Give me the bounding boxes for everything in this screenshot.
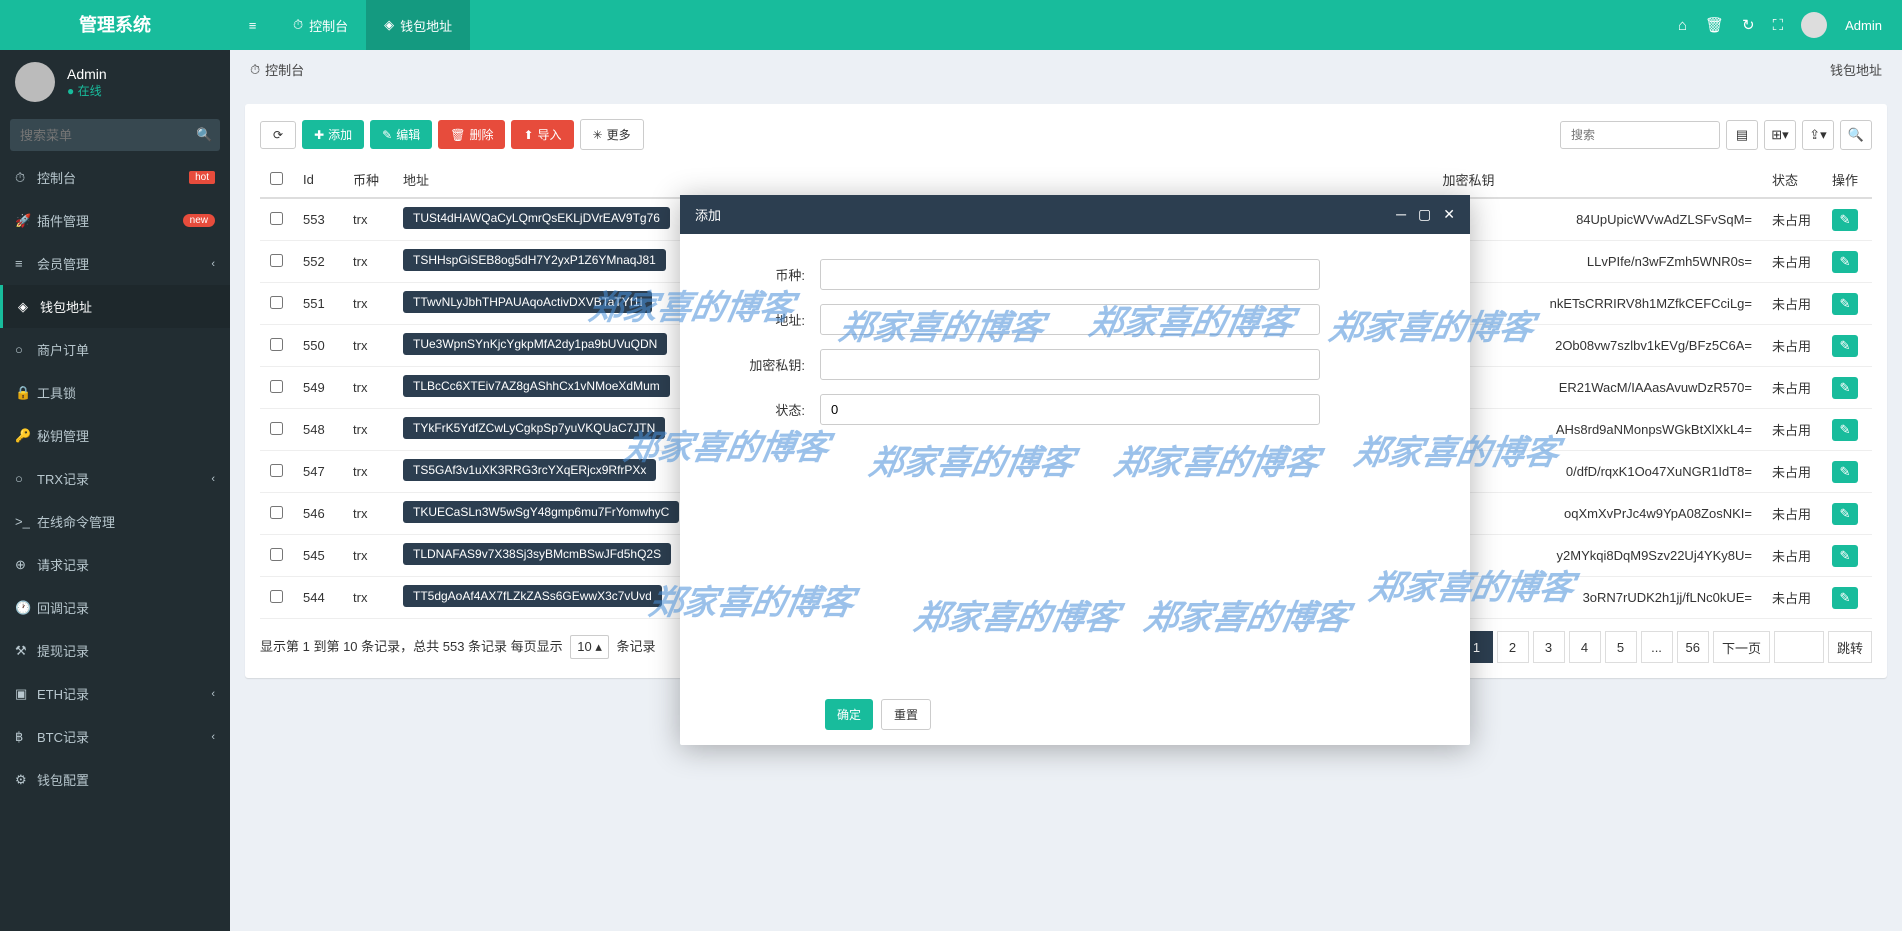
reset-button[interactable]: 重置 — [881, 699, 931, 730]
address-label: 地址: — [710, 310, 820, 329]
address-input[interactable] — [820, 304, 1320, 335]
key-input[interactable] — [820, 349, 1320, 380]
modal-body: 币种: 地址: 加密私钥: 状态: — [680, 234, 1470, 684]
modal-footer: 确定 重置 — [680, 684, 1470, 745]
modal-overlay: 添加 ─ ▢ ✕ 币种: 地址: 加密私钥: 状态: — [0, 0, 1902, 931]
maximize-icon[interactable]: ▢ — [1418, 206, 1431, 223]
modal-header[interactable]: 添加 ─ ▢ ✕ — [680, 195, 1470, 234]
coin-input[interactable] — [820, 259, 1320, 290]
close-icon[interactable]: ✕ — [1443, 206, 1455, 223]
status-label: 状态: — [710, 400, 820, 419]
modal-title: 添加 — [695, 205, 721, 224]
coin-label: 币种: — [710, 265, 820, 284]
add-modal: 添加 ─ ▢ ✕ 币种: 地址: 加密私钥: 状态: — [680, 195, 1470, 745]
ok-button[interactable]: 确定 — [825, 699, 873, 730]
status-input[interactable] — [820, 394, 1320, 425]
key-label: 加密私钥: — [710, 355, 820, 374]
minimize-icon[interactable]: ─ — [1396, 206, 1406, 223]
